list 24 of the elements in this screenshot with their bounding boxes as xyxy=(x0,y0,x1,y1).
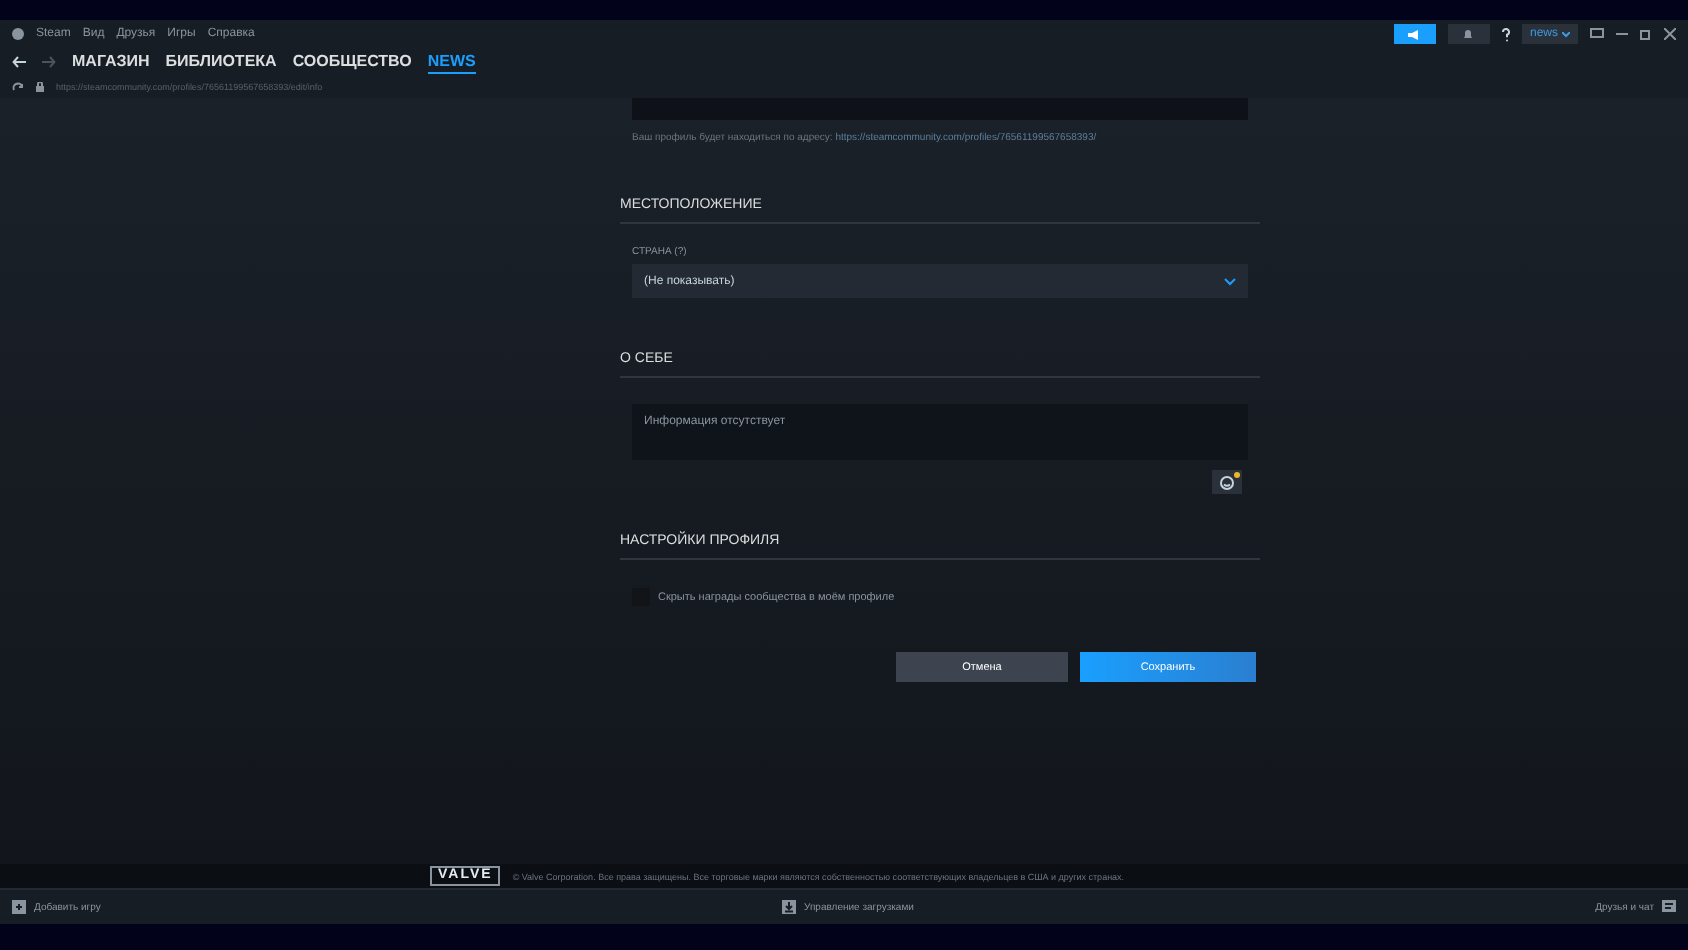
notification-button[interactable] xyxy=(1447,24,1490,44)
chat-icon xyxy=(1661,900,1676,914)
caret-icon xyxy=(1562,31,1570,37)
reload-icon[interactable] xyxy=(12,82,24,92)
bell-icon xyxy=(1464,29,1473,39)
emoticon-button[interactable] xyxy=(1212,470,1242,494)
nav-tab[interactable]: МАГАЗИН xyxy=(72,51,150,73)
maximize-icon[interactable] xyxy=(1640,28,1652,40)
download-icon xyxy=(782,900,797,914)
megaphone-icon xyxy=(1408,29,1421,39)
help-icon[interactable] xyxy=(1501,27,1510,41)
monitor-icon[interactable] xyxy=(1590,28,1604,40)
plus-square-icon xyxy=(12,900,26,914)
nav-tab[interactable]: СООБЩЕСТВО xyxy=(292,51,412,73)
back-arrow-icon[interactable] xyxy=(12,56,26,68)
close-icon[interactable] xyxy=(1664,28,1676,40)
smiley-icon xyxy=(1220,475,1234,489)
minimize-icon[interactable] xyxy=(1616,28,1628,40)
new-indicator-dot xyxy=(1234,472,1240,478)
announcement-button[interactable] xyxy=(1393,24,1436,44)
lock-icon xyxy=(36,82,44,92)
nav-tab[interactable]: NEWS xyxy=(427,51,476,73)
nav-tab[interactable]: БИБЛИОТЕКА xyxy=(165,51,277,73)
chevron-down-icon xyxy=(1224,277,1236,285)
